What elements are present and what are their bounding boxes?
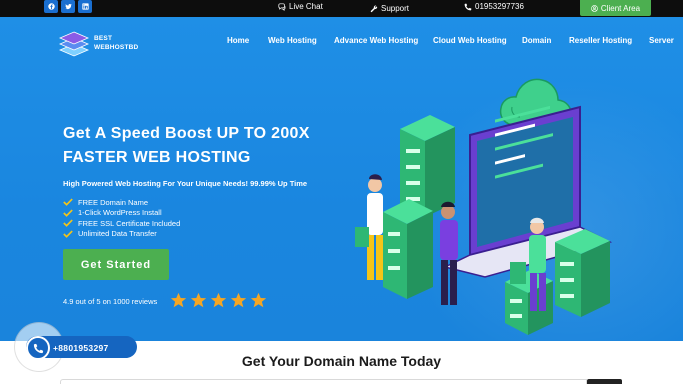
check-icon (63, 219, 73, 228)
linkedin-icon[interactable] (78, 0, 92, 13)
feature-label: Unlimited Data Transfer (78, 229, 157, 239)
check-icon (63, 198, 73, 207)
star-icon (190, 292, 207, 308)
check-icon (63, 209, 73, 217)
domain-section-title: Get Your Domain Name Today (241, 353, 442, 369)
star-icon (170, 292, 187, 308)
nav-advance-web-hosting[interactable]: Advance Web Hosting (334, 36, 418, 45)
hosting-illustration (355, 78, 613, 335)
wrench-icon (370, 5, 378, 12)
main-nav: Home Web Hosting Advance Web Hosting Clo… (0, 36, 683, 48)
get-started-button[interactable]: Get Started (63, 249, 169, 280)
person-middle-icon (440, 201, 458, 305)
star-icon (250, 292, 267, 308)
person-left-icon (355, 174, 383, 280)
feature-label: 1-Click WordPress Install (78, 208, 162, 218)
list-item: Unlimited Data Transfer (63, 229, 180, 240)
facebook-icon[interactable] (44, 0, 58, 13)
nav-reseller-hosting[interactable]: Reseller Hosting (569, 36, 632, 45)
star-rating (170, 292, 267, 309)
server-stack-bottom-left (383, 199, 433, 299)
hero-headline: Get A Speed Boost UP TO 200X FASTER WEB … (63, 122, 353, 170)
support-label: Support (381, 4, 410, 13)
headline-line1: Get A Speed Boost UP TO 200X (63, 125, 310, 142)
headline-line2: FASTER WEB HOSTING (63, 149, 251, 166)
list-item: 1-Click WordPress Install (63, 208, 180, 219)
nav-cloud-web-hosting[interactable]: Cloud Web Hosting (433, 36, 507, 45)
hero-section: BEST WEBHOSTBD Home Web Hosting Advance … (0, 17, 683, 341)
phone-link[interactable]: 01953297736 (464, 2, 524, 11)
server-stack-right (555, 229, 610, 317)
live-chat-link[interactable]: Live Chat (278, 2, 323, 11)
chat-icon (278, 2, 286, 11)
top-bar: Live Chat Support 01953297736 Client Are… (0, 0, 683, 17)
nav-server[interactable]: Server (649, 36, 674, 45)
phone-number-label: 01953297736 (475, 2, 524, 11)
domain-search-input[interactable] (60, 379, 587, 384)
nav-home[interactable]: Home (227, 36, 249, 45)
nav-web-hosting[interactable]: Web Hosting (268, 36, 317, 45)
live-chat-label: Live Chat (289, 2, 323, 11)
star-icon (230, 292, 247, 308)
list-item: FREE Domain Name (63, 197, 180, 208)
user-circle-icon (591, 4, 598, 12)
rating-text: 4.9 out of 5 on 1000 reviews (63, 297, 158, 306)
list-item: FREE SSL Certificate Included (63, 218, 180, 229)
client-area-label: Client Area (600, 3, 641, 13)
client-area-button[interactable]: Client Area (580, 0, 651, 16)
twitter-icon[interactable] (61, 0, 75, 13)
call-number: +8801953297 (53, 343, 109, 353)
check-icon (63, 230, 73, 238)
feature-label: FREE SSL Certificate Included (78, 218, 181, 228)
phone-icon (464, 3, 472, 10)
nav-domain[interactable]: Domain (522, 36, 551, 45)
hero-subline: High Powered Web Hosting For Your Unique… (63, 179, 308, 188)
feature-label: FREE Domain Name (78, 197, 149, 207)
support-link[interactable]: Support (370, 4, 409, 13)
domain-search-button[interactable] (587, 379, 622, 384)
star-icon (210, 292, 227, 308)
feature-list: FREE Domain Name 1-Click WordPress Insta… (63, 197, 180, 239)
phone-icon (33, 343, 43, 353)
